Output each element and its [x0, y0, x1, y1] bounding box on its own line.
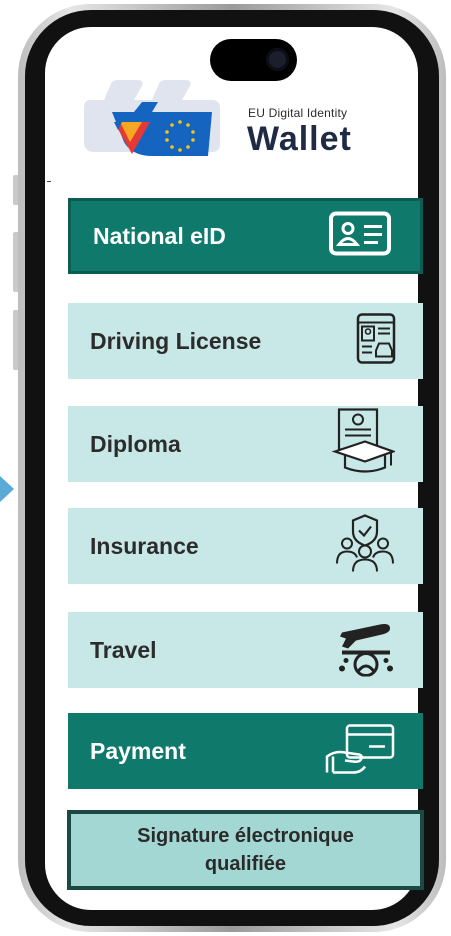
- card-label: Driving License: [90, 327, 262, 354]
- id-card-icon: [328, 211, 392, 262]
- travel-icon: [336, 619, 396, 682]
- logo-title: Wallet: [247, 120, 352, 158]
- card-label: National eID: [93, 222, 226, 249]
- card-label: Travel: [90, 636, 157, 663]
- card-payment[interactable]: Payment: [68, 713, 423, 789]
- card-insurance[interactable]: Insurance: [68, 508, 423, 584]
- signature-line-1: Signature électronique: [137, 825, 354, 847]
- card-label: Diploma: [90, 430, 181, 457]
- card-national-eid[interactable]: National eID: [68, 198, 423, 274]
- insurance-icon: [335, 514, 395, 579]
- divider: [47, 181, 51, 182]
- card-label: Payment: [90, 737, 186, 764]
- logo-subtitle: EU Digital Identity: [248, 106, 348, 120]
- card-label: Insurance: [90, 532, 199, 559]
- pointer-arrow: [0, 476, 14, 502]
- card-qualified-signature[interactable]: Signature électronique qualifiée: [67, 810, 424, 890]
- card-diploma[interactable]: Diploma: [68, 406, 423, 482]
- payment-card-icon: [325, 723, 397, 780]
- wallet-logo-icon: [84, 80, 220, 156]
- diploma-icon: [331, 408, 397, 481]
- camera-icon: [266, 48, 289, 71]
- card-travel[interactable]: Travel: [68, 612, 423, 688]
- driving-license-icon: [356, 313, 396, 370]
- card-driving-license[interactable]: Driving License: [68, 303, 423, 379]
- signature-line-2: qualifiée: [204, 853, 287, 875]
